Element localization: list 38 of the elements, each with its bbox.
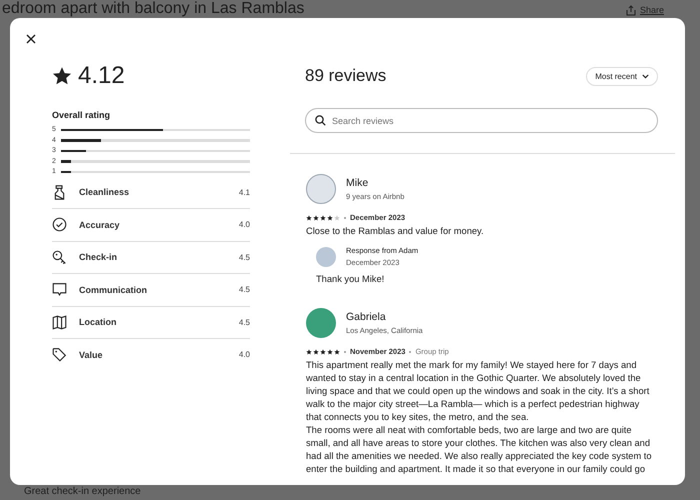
category-name: Accuracy [79,220,121,230]
search-icon [315,115,326,126]
category-name: Communication [79,284,148,295]
star-icon [52,66,72,86]
overall-score: 4.12 [78,62,125,90]
map-icon [52,314,67,330]
category-score: 4.0 [238,220,250,230]
user-avatar [306,174,336,204]
reviewer-name: Mike [346,177,370,189]
review-text: This apartment really met the mark for my family! We stayed here for 7 days and wanted to stay in a central location in the Gothic Quarter. We absolutely loved the living space and that we could open up the windows and soak in the city. It’s a short walk to the major city street—La Rambla— which is a perfect pedestrian highway that connects you to key sites, the metro, and the sea. The rooms were all neat with comfortable beds, two are large and two are quite small, and all have areas to store your clothes. The kitchen was also very clean and had all the amenities we needed. We also really appreciated the key code system to enter the building and apartment. It made it so that everyone in our family could go [306,359,653,476]
chat-bubble-icon [52,282,67,298]
chevron-down-icon [642,74,649,78]
category-score: 4.1 [238,188,250,197]
tag-icon [52,347,67,362]
listing-title: edroom apart with balcony in Las Ramblas [2,0,304,18]
highlight-text: Great check-in experience [24,486,141,497]
category-name: Cleanliness [79,187,130,198]
overall-rating-label: Overall rating [52,110,112,120]
category-score: 4.5 [238,285,250,294]
category-score: 4.5 [238,318,250,327]
category-name: Value [79,350,104,360]
category-name: Check-in [79,252,118,262]
search-field[interactable]: Search reviews [305,108,658,133]
review-text: Close to the Ramblas and value for money. [306,225,485,238]
key-icon [52,250,67,265]
category-score: 4.0 [238,350,250,360]
sort-dropdown[interactable]: Most recent [586,66,658,86]
reviewer-name: Gabriela [346,311,387,323]
user-avatar [306,308,336,338]
close-button[interactable] [24,32,38,46]
share-icon [626,4,636,16]
category-name: Location [79,317,118,328]
response-text: Thank you Mike! [316,273,386,286]
category-score: 4.5 [238,252,250,262]
check-circle-icon [52,217,67,232]
spray-bottle-icon [52,184,67,200]
review-count: 89 reviews [305,66,386,86]
host-avatar [316,246,336,266]
